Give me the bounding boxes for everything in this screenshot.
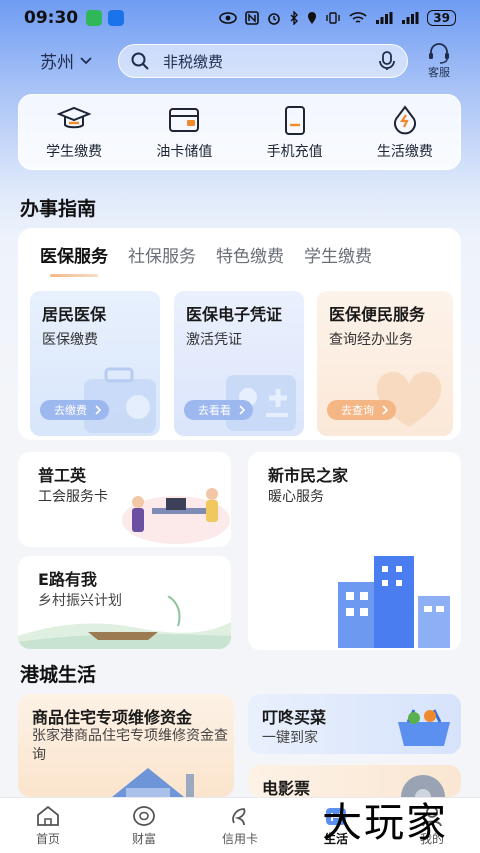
- life-card-subtitle: 张家港商品住宅专项维修资金查询: [32, 728, 228, 763]
- nav-item-home[interactable]: 首页: [0, 798, 96, 853]
- location-icon: [308, 12, 317, 24]
- guide-card-subtitle: 医保缴费: [42, 332, 98, 348]
- chevron-right-icon: [95, 405, 101, 415]
- promo-title: E路有我: [38, 570, 97, 589]
- tab-medical-insurance[interactable]: 医保服务: [40, 242, 108, 277]
- headset-icon: [429, 43, 449, 64]
- nav-item-credit-card[interactable]: 信用卡: [192, 798, 288, 853]
- vibrate-icon: [326, 12, 340, 24]
- utility-drop-icon: [393, 105, 416, 135]
- guide-card-e-voucher[interactable]: 医保电子凭证 激活凭证 去看看: [174, 291, 304, 436]
- grocery-basket-icon: [398, 709, 450, 746]
- guide-card-convenience-service[interactable]: 医保便民服务 查询经办业务 去查询: [317, 291, 453, 436]
- chevron-down-icon: [80, 56, 92, 64]
- life-card-title: 商品住宅专项维修资金: [32, 708, 193, 727]
- eye-icon: [219, 12, 238, 24]
- nav-label: 信用卡: [221, 831, 258, 846]
- wechat-icon: [86, 10, 103, 26]
- guide-card-resident-insurance[interactable]: 居民医保 医保缴费 去缴费: [30, 291, 160, 436]
- quick-action-student-fee[interactable]: 学生缴费: [19, 95, 129, 169]
- tab-social-insurance[interactable]: 社保服务: [128, 242, 196, 267]
- city-buildings-illustration: [338, 556, 450, 648]
- nfc-icon: [245, 11, 260, 25]
- search-bar[interactable]: 非税缴费: [118, 44, 408, 78]
- top-header: 苏州 非税缴费 客服: [0, 40, 480, 82]
- watermark-text: 大玩家: [322, 800, 448, 846]
- river-boat-illustration: [18, 596, 231, 649]
- button-label: 去缴费: [54, 404, 87, 417]
- promo-title: 新市民之家: [268, 466, 349, 485]
- city-selector[interactable]: 苏州: [40, 48, 92, 73]
- pay-now-button[interactable]: 去缴费: [40, 400, 109, 420]
- home-icon: [37, 805, 59, 826]
- query-now-button[interactable]: 去查询: [327, 400, 396, 420]
- status-bar: 09:30 39: [0, 0, 480, 36]
- alarm-icon: [268, 13, 281, 25]
- signal-icon: [376, 12, 393, 24]
- status-time: 09:30: [24, 8, 79, 28]
- app-notification-icon: [108, 10, 125, 26]
- search-placeholder: 非税缴费: [163, 52, 224, 71]
- quick-action-label: 生活缴费: [376, 144, 433, 160]
- nav-item-wealth[interactable]: 财富: [96, 798, 192, 853]
- life-card-title: 叮咚买菜: [262, 708, 327, 727]
- service-label: 客服: [428, 66, 450, 79]
- promo-card-union-service[interactable]: 普工英 工会服务卡: [18, 452, 231, 547]
- quick-action-utility[interactable]: 生活缴费: [350, 95, 460, 169]
- quick-actions-bar: 学生缴费 油卡储值 手机充值 生活缴费: [18, 94, 461, 170]
- life-section-title: 港城生活: [20, 664, 97, 686]
- promo-subtitle: 暖心服务: [268, 489, 324, 505]
- microphone-icon[interactable]: [379, 51, 395, 71]
- quick-action-fuel-card[interactable]: 油卡储值: [129, 95, 239, 169]
- nav-label: 财富: [131, 831, 156, 846]
- guide-card-title: 医保电子凭证: [186, 305, 283, 324]
- life-card-housing-maintenance-fund[interactable]: 商品住宅专项维修资金 张家港商品住宅专项维修资金查询: [18, 694, 234, 797]
- guide-tabs: 医保服务 社保服务 特色缴费 学生缴费: [40, 242, 372, 277]
- bluetooth-icon: [290, 11, 299, 25]
- quick-action-label: 油卡储值: [156, 144, 213, 160]
- fuel-card-icon: [169, 108, 200, 132]
- office-workers-illustration: [122, 488, 230, 544]
- guide-card-subtitle: 查询经办业务: [329, 332, 413, 348]
- life-card-dingdong-grocery[interactable]: 叮咚买菜 一键到家: [248, 694, 461, 754]
- quick-action-label: 学生缴费: [46, 144, 103, 160]
- button-label: 去看看: [198, 404, 231, 417]
- life-card-subtitle: 一键到家: [262, 730, 318, 746]
- graduation-cap-icon: [57, 106, 92, 129]
- guide-card-title: 居民医保: [42, 305, 107, 324]
- tab-special-payment[interactable]: 特色缴费: [216, 242, 284, 267]
- guide-card-title: 医保便民服务: [329, 305, 426, 324]
- tab-student-payment[interactable]: 学生缴费: [304, 242, 372, 267]
- chevron-right-icon: [382, 405, 388, 415]
- wifi-icon: [349, 12, 367, 23]
- customer-service-button[interactable]: 客服: [424, 42, 454, 80]
- phone-icon: [284, 106, 305, 135]
- guide-section-title: 办事指南: [20, 198, 97, 220]
- quick-action-label: 手机充值: [266, 144, 323, 160]
- promo-card-rural-revival[interactable]: E路有我 乡村振兴计划: [18, 556, 231, 649]
- search-icon: [131, 52, 149, 70]
- battery-indicator: 39: [427, 10, 456, 26]
- house-illustration: [112, 768, 194, 797]
- promo-subtitle: 工会服务卡: [38, 489, 108, 505]
- promo-card-new-citizen[interactable]: 新市民之家 暖心服务: [248, 452, 461, 650]
- nav-label: 首页: [35, 831, 60, 846]
- credit-card-icon: [232, 807, 246, 825]
- view-now-button[interactable]: 去看看: [184, 400, 253, 420]
- guide-card: 医保服务 社保服务 特色缴费 学生缴费 居民医保 医保缴费 去缴费 医保电子凭证…: [18, 228, 461, 440]
- chevron-right-icon: [239, 405, 245, 415]
- life-card-title: 电影票: [262, 779, 311, 797]
- city-label: 苏州: [40, 53, 74, 73]
- guide-card-subtitle: 激活凭证: [186, 332, 242, 348]
- button-label: 去查询: [341, 404, 374, 417]
- promo-title: 普工英: [38, 466, 87, 485]
- signal-icon-2: [402, 12, 419, 24]
- quick-action-phone-topup[interactable]: 手机充值: [240, 95, 350, 169]
- wealth-icon: [133, 805, 155, 826]
